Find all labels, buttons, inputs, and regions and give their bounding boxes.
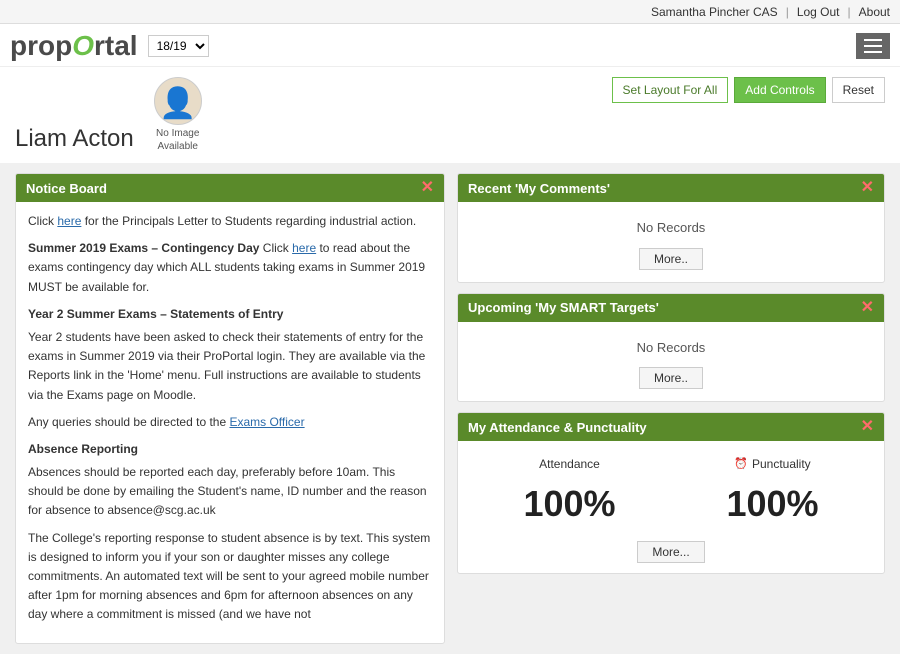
- hamburger-line3: [864, 51, 882, 53]
- hamburger-line1: [864, 39, 882, 41]
- avatar-label: No Image Available: [154, 127, 202, 153]
- header-buttons: Set Layout For All Add Controls Reset: [612, 77, 885, 103]
- attendance-header: My Attendance & Punctuality ✕: [458, 413, 884, 441]
- year-select[interactable]: 17/18 18/19 19/20: [148, 35, 209, 57]
- recent-comments-close[interactable]: ✕: [861, 180, 874, 196]
- about-link[interactable]: About: [859, 5, 890, 19]
- smart-targets-more-btn[interactable]: More..: [639, 367, 703, 389]
- exams-officer-link[interactable]: Exams Officer: [229, 415, 304, 429]
- left-column: Notice Board ✕ Click here for the Princi…: [15, 173, 445, 644]
- sep1: |: [786, 5, 789, 19]
- notice-heading-1: Year 2 Summer Exams – Statements of Entr…: [28, 305, 432, 324]
- recent-comments-body: No Records More..: [458, 202, 884, 282]
- notice-para-5: Absences should be reported each day, pr…: [28, 463, 432, 521]
- avatar-circle: 👤: [154, 77, 202, 125]
- logout-link[interactable]: Log Out: [797, 5, 840, 19]
- punctuality-label: ⏰ Punctuality: [726, 455, 818, 473]
- attendance-row: Attendance 100% ⏰ Punctuality 100%: [468, 455, 874, 531]
- logo: propOrtal: [10, 30, 138, 62]
- attendance-title: My Attendance & Punctuality: [468, 420, 647, 435]
- notice-board-close[interactable]: ✕: [421, 180, 434, 196]
- notice-para-1: Click here for the Principals Letter to …: [28, 212, 432, 231]
- set-layout-button[interactable]: Set Layout For All: [612, 77, 729, 103]
- student-name: Liam Acton: [15, 125, 134, 153]
- notice-para-6: The College's reporting response to stud…: [28, 529, 432, 625]
- top-bar: Samantha Pincher CAS | Log Out | About: [0, 0, 900, 24]
- attendance-item: Attendance 100%: [523, 455, 615, 531]
- attendance-panel: My Attendance & Punctuality ✕ Attendance…: [457, 412, 885, 574]
- here-link-2[interactable]: here: [292, 241, 316, 255]
- logo-pro: prop: [10, 30, 72, 61]
- recent-comments-header: Recent 'My Comments' ✕: [458, 174, 884, 202]
- attendance-body: Attendance 100% ⏰ Punctuality 100% More.…: [458, 441, 884, 573]
- attendance-value: 100%: [523, 477, 615, 531]
- recent-comments-title: Recent 'My Comments': [468, 181, 610, 196]
- logo-o: O: [72, 30, 94, 61]
- smart-targets-no-records: No Records: [468, 338, 874, 358]
- punctuality-item: ⏰ Punctuality 100%: [726, 455, 818, 531]
- reset-button[interactable]: Reset: [832, 77, 885, 103]
- recent-comments-no-records: No Records: [468, 218, 874, 238]
- add-controls-button[interactable]: Add Controls: [734, 77, 825, 103]
- attendance-more-row: More...: [468, 541, 874, 563]
- notice-para-2: Summer 2019 Exams – Contingency Day Clic…: [28, 239, 432, 297]
- header: propOrtal 17/18 18/19 19/20: [0, 24, 900, 67]
- header-left: propOrtal 17/18 18/19 19/20: [10, 30, 209, 62]
- notice-para-4: Any queries should be directed to the Ex…: [28, 413, 432, 432]
- hamburger-button[interactable]: [856, 33, 890, 59]
- recent-comments-more-btn[interactable]: More..: [639, 248, 703, 270]
- sep2: |: [848, 5, 851, 19]
- notice-board-body: Click here for the Principals Letter to …: [16, 202, 444, 643]
- notice-board-title: Notice Board: [26, 181, 107, 196]
- attendance-close[interactable]: ✕: [861, 419, 874, 435]
- attendance-label: Attendance: [523, 455, 615, 473]
- smart-targets-close[interactable]: ✕: [861, 300, 874, 316]
- avatar-figure: 👤: [159, 86, 196, 121]
- clock-icon: ⏰: [734, 456, 748, 473]
- smart-targets-body: No Records More..: [458, 322, 884, 402]
- smart-targets-title: Upcoming 'My SMART Targets': [468, 300, 659, 315]
- notice-board-panel: Notice Board ✕ Click here for the Princi…: [15, 173, 445, 644]
- punctuality-value: 100%: [726, 477, 818, 531]
- notice-heading-2: Absence Reporting: [28, 440, 432, 459]
- logo-rtal: rtal: [94, 30, 138, 61]
- student-avatar: 👤 No Image Available: [154, 77, 202, 153]
- recent-comments-panel: Recent 'My Comments' ✕ No Records More..: [457, 173, 885, 283]
- notice-board-header: Notice Board ✕: [16, 174, 444, 202]
- right-column: Recent 'My Comments' ✕ No Records More..…: [457, 173, 885, 644]
- hamburger-line2: [864, 45, 882, 47]
- user-name: Samantha Pincher CAS: [651, 5, 778, 19]
- here-link-1[interactable]: here: [57, 214, 81, 228]
- main-content: Notice Board ✕ Click here for the Princi…: [0, 163, 900, 654]
- smart-targets-header: Upcoming 'My SMART Targets' ✕: [458, 294, 884, 322]
- student-header: Liam Acton 👤 No Image Available Set Layo…: [0, 67, 900, 163]
- attendance-more-btn[interactable]: More...: [637, 541, 704, 563]
- smart-targets-panel: Upcoming 'My SMART Targets' ✕ No Records…: [457, 293, 885, 403]
- notice-para-3: Year 2 students have been asked to check…: [28, 328, 432, 405]
